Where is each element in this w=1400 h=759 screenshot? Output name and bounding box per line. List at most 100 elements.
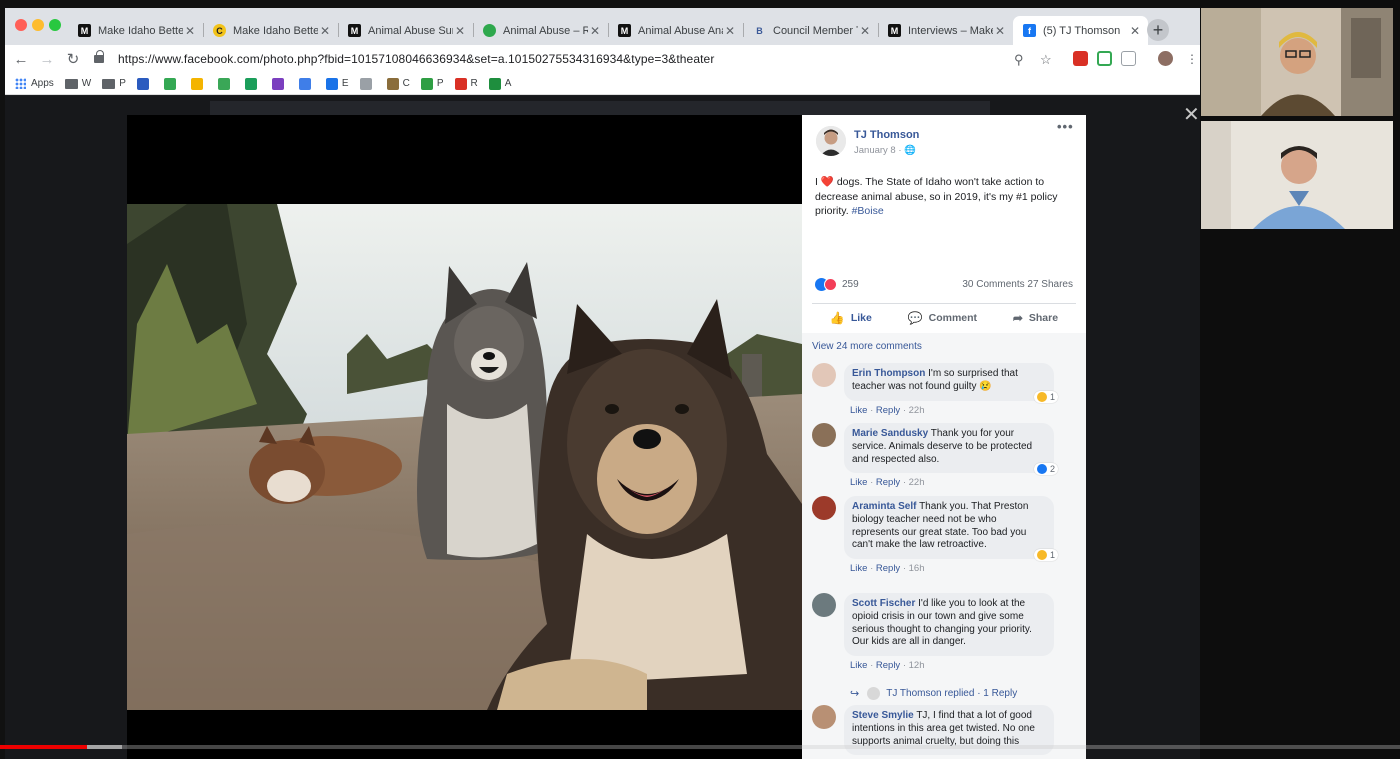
reload-icon[interactable]: ↻ — [63, 49, 83, 69]
new-tab-button[interactable]: + — [1147, 19, 1169, 41]
commenter-name-link[interactable]: Steve Smylie — [852, 710, 914, 721]
more-options-icon[interactable]: ••• — [1057, 119, 1074, 134]
bookmark-item[interactable]: A — [488, 77, 511, 90]
close-tab-icon[interactable]: ✕ — [183, 24, 197, 38]
comment-like-link[interactable]: Like — [850, 405, 867, 416]
comment-share-count[interactable]: 30 Comments 27 Shares — [962, 279, 1073, 290]
commenter-avatar[interactable] — [812, 593, 836, 617]
commenter-name-link[interactable]: Araminta Self — [852, 501, 916, 512]
bookmark-item[interactable] — [271, 77, 288, 90]
c-icon — [298, 77, 311, 90]
close-tab-icon[interactable]: ✕ — [453, 24, 467, 38]
maximize-window-icon[interactable] — [49, 19, 61, 31]
comment-reaction-badge[interactable]: 1 — [1034, 390, 1059, 403]
comment-like-link[interactable]: Like — [850, 563, 867, 574]
extension-icon[interactable] — [1097, 51, 1112, 66]
author-name-link[interactable]: TJ Thomson — [854, 129, 919, 141]
close-tab-icon[interactable]: ✕ — [993, 24, 1007, 38]
profile-avatar[interactable] — [1158, 51, 1173, 66]
commenter-avatar[interactable] — [812, 363, 836, 387]
close-tab-icon[interactable]: ✕ — [1128, 24, 1142, 38]
close-tab-icon[interactable]: ✕ — [318, 24, 332, 38]
tab-title: Animal Abuse Sur — [368, 24, 453, 37]
like-reaction-icon — [1037, 464, 1047, 475]
comment-reply-link[interactable]: Reply — [876, 660, 900, 671]
bookmark-folder-w[interactable]: W — [64, 78, 91, 89]
close-tab-icon[interactable]: ✕ — [858, 24, 872, 38]
comment-reaction-badge[interactable]: 2 — [1034, 463, 1059, 476]
comment-button[interactable]: 💬 Comment — [908, 311, 977, 325]
post-timestamp[interactable]: January 8 · 🌐 — [854, 145, 916, 156]
commenter-avatar[interactable] — [812, 496, 836, 520]
browser-tab[interactable]: M Interviews – Make ✕ — [878, 16, 1013, 45]
divider — [812, 303, 1076, 304]
close-tab-icon[interactable]: ✕ — [588, 24, 602, 38]
address-bar[interactable]: https://www.facebook.com/photo.php?fbid=… — [88, 47, 1063, 71]
browser-tab[interactable]: C Make Idaho Better ✕ — [203, 16, 338, 45]
browser-tab[interactable]: f (5) TJ Thomson ✕ — [1013, 16, 1148, 45]
bookmark-item[interactable] — [163, 77, 180, 90]
bookmark-star-icon[interactable]: ☆ — [1040, 52, 1052, 68]
tab-separator — [203, 23, 204, 37]
dogs-photo[interactable] — [127, 204, 802, 710]
browser-tab[interactable]: M Make Idaho Better ✕ — [68, 16, 203, 45]
bookmark-folder-p[interactable]: P — [102, 78, 126, 89]
bookmark-apps[interactable]: Apps — [15, 78, 54, 89]
forward-icon[interactable]: → — [37, 49, 57, 69]
browser-tab[interactable]: M Animal Abuse Ana ✕ — [608, 16, 743, 45]
bookmark-item[interactable]: R — [454, 77, 478, 90]
comment-reply-link[interactable]: Reply — [876, 563, 900, 574]
sad-reaction-icon — [1037, 550, 1047, 561]
comment-like-link[interactable]: Like — [850, 660, 867, 671]
browser-tab[interactable]: M Animal Abuse Sur ✕ — [338, 16, 473, 45]
tab-separator — [473, 23, 474, 37]
bookmark-label: R — [470, 78, 478, 89]
bookmark-item[interactable]: P — [420, 77, 444, 90]
commenter-name-link[interactable]: Marie Sandusky — [852, 428, 928, 439]
bookmark-item[interactable]: E — [325, 77, 349, 90]
replies-link[interactable]: ↪ TJ Thomson replied · 1 Reply — [850, 687, 1017, 700]
video-progress-track[interactable] — [0, 745, 1400, 749]
post-date: January 8 · — [854, 145, 905, 156]
bookmark-item[interactable] — [359, 77, 376, 90]
browser-tab[interactable]: B Council Member T ✕ — [743, 16, 878, 45]
close-window-icon[interactable] — [15, 19, 27, 31]
bookmark-item[interactable] — [136, 77, 153, 90]
bookmark-item[interactable]: C — [386, 77, 410, 90]
bookmark-item[interactable] — [217, 77, 234, 90]
zoom-icon[interactable]: ⚲ — [1014, 52, 1024, 68]
share-button[interactable]: ➦ Share — [1013, 311, 1058, 325]
b-icon: B — [753, 24, 766, 37]
reply-arrow-icon: ↪ — [850, 688, 860, 700]
commenter-avatar[interactable] — [812, 705, 836, 729]
comment-reaction-badge[interactable]: 1 — [1034, 549, 1059, 562]
commenter-name-link[interactable]: Scott Fischer — [852, 598, 915, 609]
minimize-window-icon[interactable] — [32, 19, 44, 31]
commenter-name-link[interactable]: Erin Thompson — [852, 368, 925, 379]
comment-like-link[interactable]: Like — [850, 477, 867, 488]
author-avatar[interactable] — [816, 126, 846, 156]
browser-tab[interactable]: Animal Abuse – Re ✕ — [473, 16, 608, 45]
close-theater-icon[interactable]: ✕ — [1183, 102, 1200, 127]
extension-icon[interactable] — [1073, 51, 1088, 66]
comment-time: 12h — [908, 660, 925, 672]
bookmark-item[interactable] — [190, 77, 207, 90]
view-more-comments-link[interactable]: View 24 more comments — [812, 341, 922, 352]
menu-dots-icon[interactable]: ⋮ — [1182, 49, 1200, 69]
reaction-count: 2 — [1050, 464, 1056, 475]
chat-icon — [325, 77, 338, 90]
like-button[interactable]: 👍 Like — [830, 311, 872, 325]
back-icon[interactable]: ← — [11, 49, 31, 69]
commenter-avatar[interactable] — [812, 423, 836, 447]
hashtag-link[interactable]: #Boise — [852, 205, 884, 217]
extension-icon[interactable] — [1121, 51, 1136, 66]
comment-reply-link[interactable]: Reply — [876, 477, 900, 488]
bookmark-item[interactable] — [244, 77, 261, 90]
comment-reply-link[interactable]: Reply — [876, 405, 900, 416]
bookmark-item[interactable] — [298, 77, 315, 90]
tab-title: Interviews – Make — [908, 24, 993, 37]
reaction-summary[interactable]: 259 30 Comments 27 Shares — [815, 278, 1073, 292]
close-tab-icon[interactable]: ✕ — [723, 24, 737, 38]
post-author: TJ Thomson January 8 · 🌐 — [816, 126, 919, 156]
post-side-panel: TJ Thomson January 8 · 🌐 ••• I ❤️ dogs. … — [802, 115, 1086, 759]
